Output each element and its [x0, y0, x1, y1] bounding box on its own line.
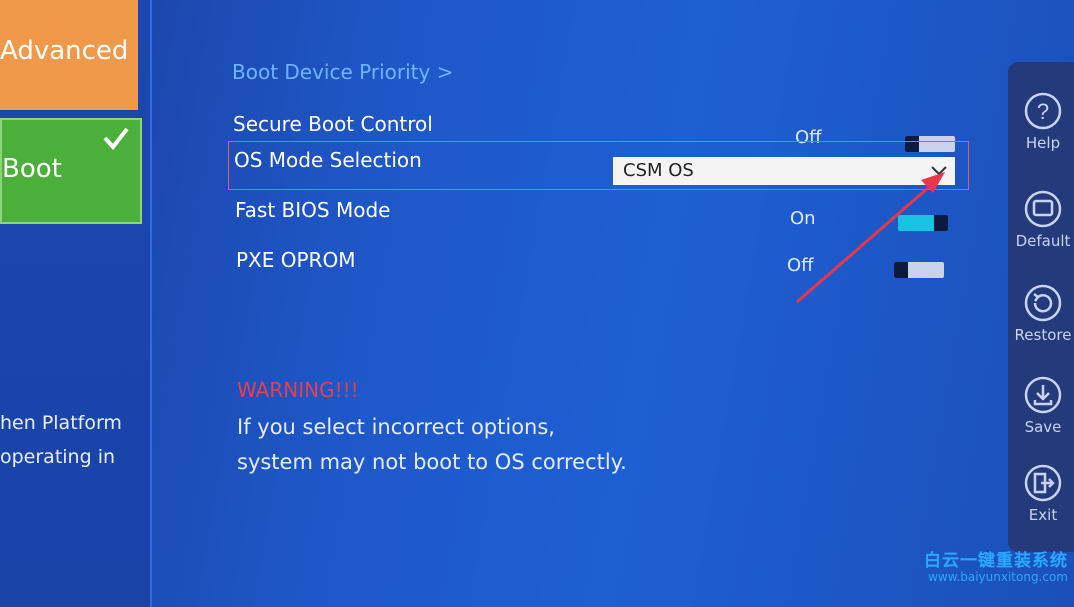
description-line: hen Platform [0, 412, 122, 434]
help-label: Help [1025, 134, 1061, 152]
svg-text:?: ? [1037, 99, 1049, 124]
tab-boot-label: Boot [2, 154, 62, 184]
help-icon: ? [1024, 92, 1062, 130]
pxe-oprom-label: PXE OPROM [236, 248, 356, 272]
tab-boot[interactable]: Boot [0, 118, 142, 224]
default-label: Default [1015, 232, 1071, 250]
exit-label: Exit [1028, 506, 1058, 524]
side-panel: ? Help Default Restore Save Exit [1008, 62, 1074, 552]
exit-button[interactable]: Exit [1008, 464, 1074, 524]
os-mode-dropdown-value: CSM OS [623, 160, 694, 181]
restore-icon [1024, 284, 1062, 322]
monitor-icon [1024, 190, 1062, 228]
fast-bios-mode-value: On [790, 208, 816, 229]
os-mode-dropdown[interactable]: CSM OS [613, 157, 955, 185]
watermark-url: www.baiyunxitong.com [928, 569, 1068, 584]
secure-boot-control-label: Secure Boot Control [233, 112, 433, 136]
fast-bios-mode-label: Fast BIOS Mode [235, 198, 391, 222]
warning-title: WARNING!!! [237, 378, 359, 402]
annotation-arrow [796, 172, 945, 304]
tab-advanced-label: Advanced [0, 36, 129, 66]
tab-advanced[interactable]: Advanced [0, 0, 138, 110]
boot-device-priority-link[interactable]: Boot Device Priority > [232, 60, 453, 84]
checkmark-icon [103, 127, 129, 151]
pxe-oprom-toggle[interactable] [894, 262, 944, 278]
save-button[interactable]: Save [1008, 376, 1074, 436]
pxe-oprom-value: Off [787, 255, 814, 276]
restore-button[interactable]: Restore [1008, 284, 1074, 344]
left-column: Advanced Boot hen Platform operating in [0, 0, 152, 607]
watermark: 白云一键重装系统 www.baiyunxitong.com [924, 552, 1068, 584]
warning-line: system may not boot to OS correctly. [237, 450, 627, 474]
fast-bios-mode-toggle[interactable] [898, 215, 948, 231]
restore-label: Restore [1014, 326, 1072, 344]
default-button[interactable]: Default [1008, 190, 1074, 250]
description-line: operating in [0, 446, 116, 468]
help-button[interactable]: ? Help [1008, 92, 1074, 152]
save-label: Save [1024, 418, 1062, 436]
chevron-down-icon [931, 166, 947, 176]
save-icon [1024, 376, 1062, 414]
exit-icon [1024, 464, 1062, 502]
warning-line: If you select incorrect options, [237, 415, 555, 439]
os-mode-selection-label: OS Mode Selection [234, 148, 422, 172]
watermark-text: 白云一键重装系统 [924, 551, 1068, 571]
